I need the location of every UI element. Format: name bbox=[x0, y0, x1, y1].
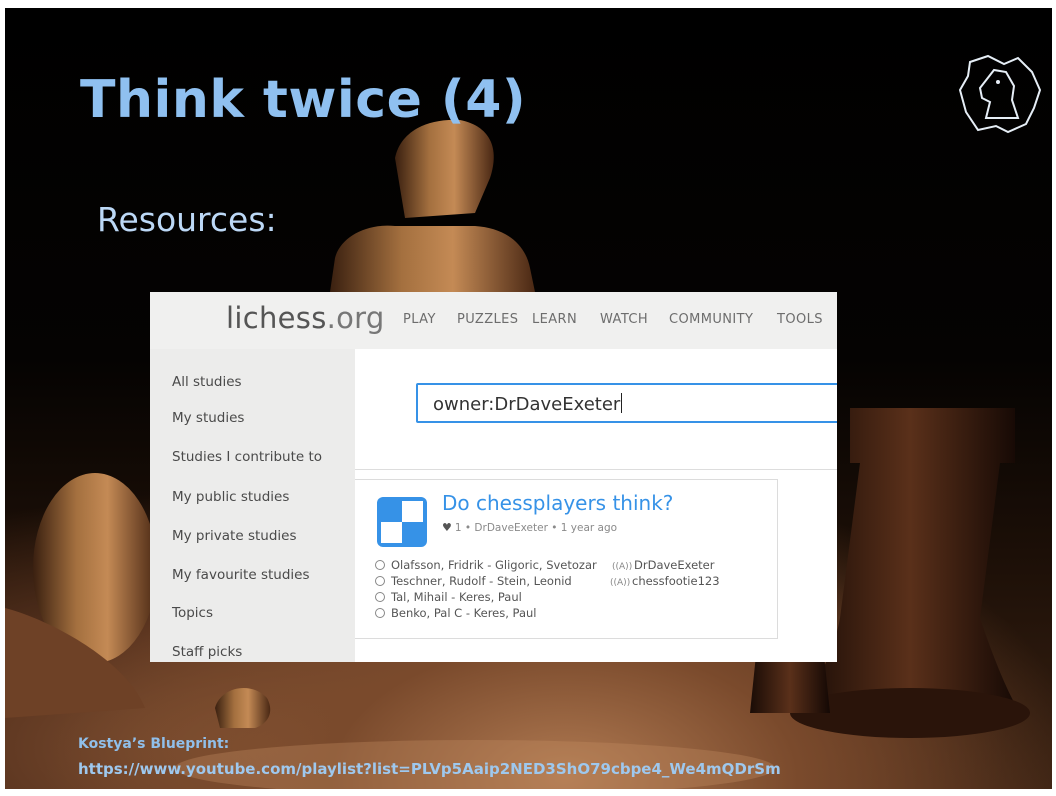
logo-main: lichess bbox=[226, 301, 327, 335]
studies-main: owner:DrDaveExeter Do chessplayers think… bbox=[355, 349, 837, 662]
nav-learn[interactable]: LEARN bbox=[532, 312, 577, 327]
chapter-circle-icon bbox=[375, 560, 385, 570]
member-label: DrDaveExeter bbox=[634, 558, 715, 572]
sidebar-item-staff-picks[interactable]: Staff picks bbox=[172, 644, 242, 660]
study-title[interactable]: Do chessplayers think? bbox=[442, 491, 673, 515]
chapter-circle-icon bbox=[375, 608, 385, 618]
footer-label: Kostya’s Blueprint: bbox=[78, 736, 230, 752]
member-item: ((A)) DrDaveExeter bbox=[610, 558, 715, 572]
footer-playlist-link[interactable]: https://www.youtube.com/playlist?list=PL… bbox=[78, 760, 781, 778]
broadcast-member-icon: ((A)) bbox=[612, 562, 633, 572]
member-label: chessfootie123 bbox=[632, 574, 720, 588]
sidebar-item-private[interactable]: My private studies bbox=[172, 528, 297, 544]
knight-logo-icon bbox=[958, 54, 1042, 134]
study-search-input[interactable]: owner:DrDaveExeter bbox=[416, 383, 837, 423]
study-likes: 1 bbox=[454, 522, 462, 534]
text-caret bbox=[621, 393, 623, 413]
search-area: owner:DrDaveExeter bbox=[355, 349, 837, 470]
study-board-icon bbox=[377, 497, 427, 547]
search-value: owner:DrDaveExeter bbox=[433, 393, 623, 415]
nav-watch[interactable]: WATCH bbox=[600, 312, 648, 327]
slide-subtitle: Resources: bbox=[97, 200, 277, 239]
study-meta: ♥ 1 • DrDaveExeter • 1 year ago bbox=[442, 521, 617, 534]
chapter-item: Benko, Pal C - Keres, Paul bbox=[375, 606, 537, 620]
chapter-label: Tal, Mihail - Keres, Paul bbox=[391, 590, 522, 604]
sidebar-item-all-studies[interactable]: All studies bbox=[172, 374, 242, 390]
chapter-item: Tal, Mihail - Keres, Paul bbox=[375, 590, 522, 604]
study-card[interactable]: Do chessplayers think? ♥ 1 • DrDaveExeter… bbox=[355, 479, 778, 639]
sidebar-item-my-studies[interactable]: My studies bbox=[172, 410, 244, 426]
chapter-item: Teschner, Rudolf - Stein, Leonid bbox=[375, 574, 572, 588]
lichess-screenshot: lichess.org PLAY PUZZLES LEARN WATCH COM… bbox=[150, 292, 837, 662]
chapter-item: Olafsson, Fridrik - Gligoric, Svetozar bbox=[375, 558, 597, 572]
sidebar-item-favourite[interactable]: My favourite studies bbox=[172, 567, 310, 583]
sidebar-item-contribute[interactable]: Studies I contribute to bbox=[172, 449, 322, 465]
chapter-circle-icon bbox=[375, 592, 385, 602]
nav-community[interactable]: COMMUNITY bbox=[669, 312, 753, 327]
study-owner-age: • DrDaveExeter • 1 year ago bbox=[464, 522, 618, 534]
chapter-label: Olafsson, Fridrik - Gligoric, Svetozar bbox=[391, 558, 597, 572]
studies-sidebar: All studies My studies Studies I contrib… bbox=[150, 349, 355, 662]
heart-icon: ♥ bbox=[442, 521, 452, 534]
sidebar-item-public[interactable]: My public studies bbox=[172, 489, 289, 505]
nav-play[interactable]: PLAY bbox=[403, 312, 436, 327]
nav-puzzles[interactable]: PUZZLES bbox=[457, 312, 518, 327]
chapter-circle-icon bbox=[375, 576, 385, 586]
sidebar-item-topics[interactable]: Topics bbox=[172, 605, 213, 621]
search-text: owner:DrDaveExeter bbox=[433, 394, 621, 415]
member-item: ((A)) chessfootie123 bbox=[610, 574, 720, 588]
lichess-topbar: lichess.org PLAY PUZZLES LEARN WATCH COM… bbox=[150, 292, 837, 349]
chapter-label: Benko, Pal C - Keres, Paul bbox=[391, 606, 537, 620]
broadcast-member-icon: ((A)) bbox=[610, 578, 631, 588]
nav-tools[interactable]: TOOLS bbox=[777, 312, 823, 327]
chapter-label: Teschner, Rudolf - Stein, Leonid bbox=[391, 574, 572, 588]
slide-title: Think twice (4) bbox=[80, 70, 527, 130]
slide: Think twice (4) Resources: lichess.org P… bbox=[5, 8, 1052, 789]
logo-tld: .org bbox=[326, 301, 385, 335]
lichess-logo[interactable]: lichess.org bbox=[226, 301, 385, 335]
